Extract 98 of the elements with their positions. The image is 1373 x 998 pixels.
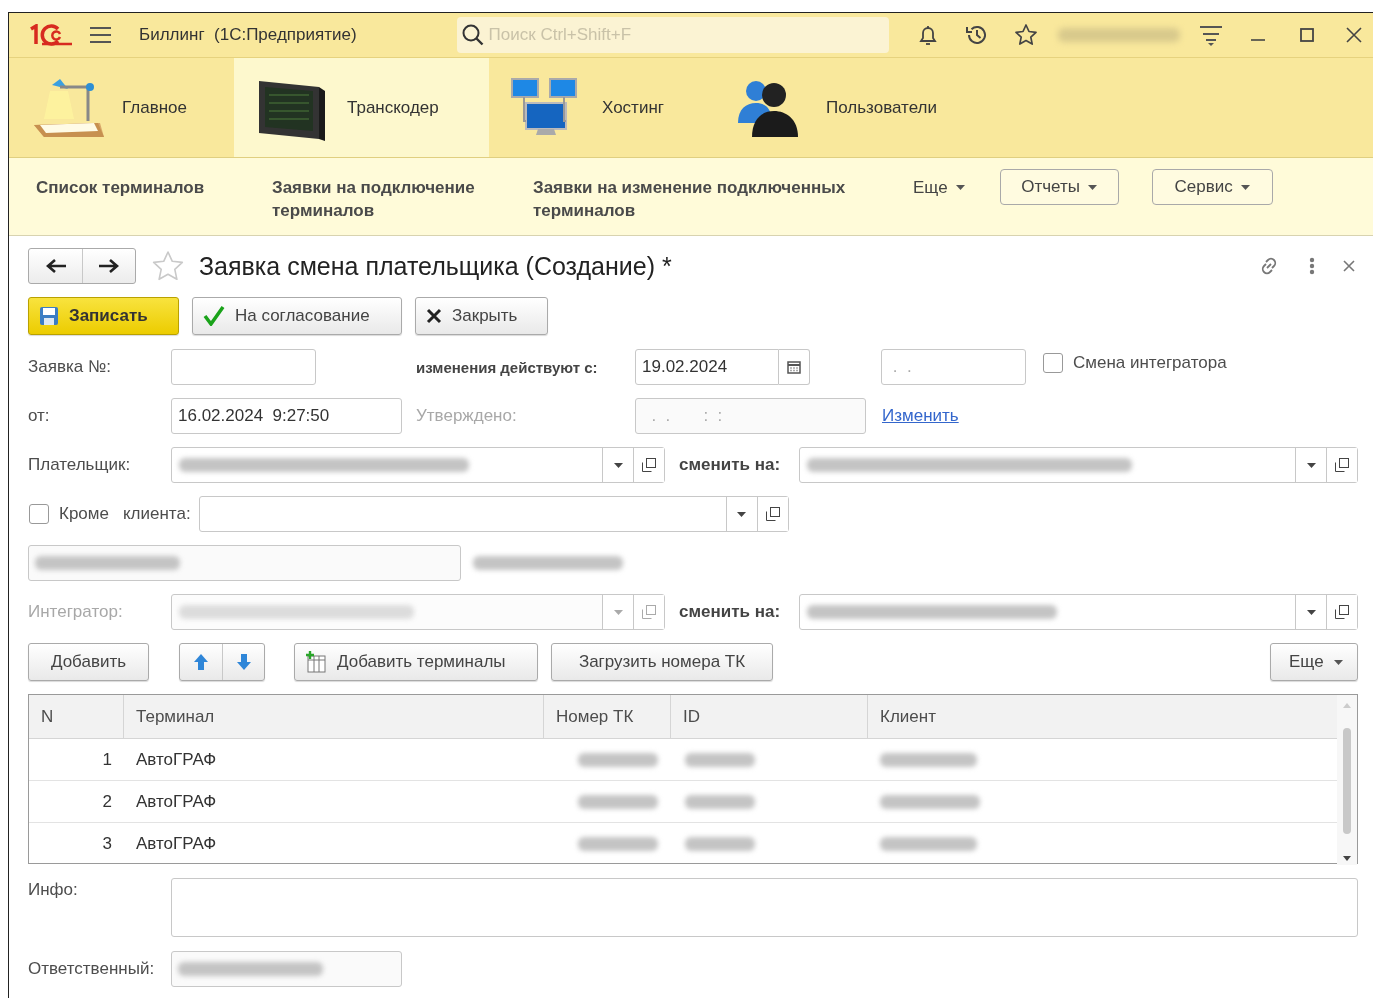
section-tab[interactable]: Транскодер	[234, 58, 489, 157]
field-label: Инфо:	[28, 879, 79, 900]
new-integrator-field[interactable]	[799, 594, 1358, 630]
responsible-field[interactable]	[171, 951, 402, 987]
column-header[interactable]: Терминал	[124, 695, 544, 739]
field-label: клиента:	[122, 504, 191, 524]
add-terminals-button[interactable]: Добавить терминалы	[294, 643, 538, 681]
checkbox[interactable]	[1043, 353, 1063, 373]
caret-icon	[1240, 184, 1250, 190]
toolbar-button[interactable]: Добавить	[28, 643, 149, 681]
scroll-up-icon	[1343, 703, 1351, 708]
section-tab[interactable]: Главное	[9, 58, 234, 157]
star-icon[interactable]	[1013, 23, 1038, 47]
caret-icon	[613, 462, 623, 468]
number-field[interactable]	[171, 349, 316, 385]
field-label: Плательщик:	[28, 455, 132, 475]
open-button[interactable]	[1326, 595, 1357, 629]
down-arrow-icon	[235, 653, 252, 671]
toolbar-button[interactable]: Загрузить номера ТК	[551, 643, 773, 681]
column-header[interactable]: Номер ТК	[544, 695, 671, 739]
nav-link[interactable]: Список терминалов	[36, 176, 257, 199]
redacted-text	[685, 752, 755, 767]
calendar-icon	[787, 360, 801, 374]
table-cell: АвтоГРАФ	[124, 739, 544, 781]
open-window-icon	[642, 605, 656, 619]
new-payer-field[interactable]	[799, 447, 1358, 483]
approve-button[interactable]: На согласование	[192, 297, 402, 335]
left-arrow-icon	[45, 259, 66, 273]
field-label: изменения действуют с:	[416, 358, 599, 376]
table-add-icon	[305, 651, 327, 673]
more-menu[interactable]: Еще	[913, 174, 965, 201]
open-button[interactable]	[1326, 448, 1357, 482]
date-time-field[interactable]: 16.02.2024 9:27:50	[171, 398, 402, 434]
redacted-text	[685, 837, 755, 851]
maximize-icon[interactable]	[1299, 28, 1314, 42]
table-cell: 1	[29, 739, 124, 781]
info-field[interactable]	[171, 878, 1358, 937]
field-label: Заявка №:	[28, 357, 112, 377]
payer-field[interactable]	[171, 447, 665, 483]
close-icon	[426, 308, 442, 324]
checkbox-label: Кроме	[59, 504, 109, 524]
checkbox-label: Смена интегратора	[1073, 353, 1227, 373]
scroll-down-icon	[1343, 856, 1351, 861]
open-window-icon	[765, 507, 780, 521]
open-window-icon	[642, 458, 656, 472]
menu-button[interactable]: Отчеты	[999, 169, 1119, 205]
caret-icon	[955, 185, 965, 190]
change-link[interactable]: Изменить	[882, 406, 959, 426]
table-cell: АвтоГРАФ	[124, 781, 544, 823]
check-icon	[203, 306, 225, 326]
close-button[interactable]: Закрыть	[415, 297, 548, 335]
save-button[interactable]: Записать	[28, 297, 179, 335]
date-field[interactable]: 19.02.2024	[635, 349, 779, 385]
open-button[interactable]	[756, 497, 788, 531]
app-title: Биллинг (1С:Предприятие)	[139, 25, 357, 45]
redacted-text	[685, 794, 755, 809]
open-button[interactable]	[633, 448, 664, 482]
field-label: Интегратор:	[28, 602, 124, 622]
caret-icon	[1087, 184, 1097, 190]
kebab-menu-icon[interactable]	[1309, 257, 1315, 275]
column-header[interactable]: N	[29, 695, 124, 739]
form-title: Заявка смена плательщика (Создание) *	[199, 251, 672, 281]
field-label: сменить на:	[679, 602, 782, 622]
star-icon[interactable]	[152, 251, 184, 281]
caret-icon	[1306, 462, 1316, 468]
field-label: Утверждено:	[416, 406, 518, 426]
caret-icon	[1333, 659, 1343, 665]
column-header[interactable]: ID	[671, 695, 868, 739]
column-header[interactable]: Клиент	[868, 695, 1337, 739]
caret-icon	[1306, 609, 1316, 615]
nav-link[interactable]: Заявки на изменение подключенных терминалов	[533, 176, 913, 222]
nav-link[interactable]: Заявки на подключение терминалов	[272, 176, 522, 222]
table-cell-text: АвтоГРАФ	[135, 833, 218, 855]
table-cell: 2	[29, 781, 124, 823]
caret-icon	[613, 609, 623, 615]
up-arrow-icon	[193, 653, 209, 671]
field-label: сменить на:	[679, 455, 782, 475]
open-window-icon	[1335, 458, 1349, 472]
search-icon	[460, 23, 485, 47]
close-icon[interactable]	[1343, 260, 1355, 272]
section-tab[interactable]: Пользователи	[713, 58, 974, 157]
right-arrow-icon	[99, 259, 119, 273]
menu-icon[interactable]	[90, 26, 111, 44]
client-field[interactable]	[198, 496, 789, 532]
field-label: от:	[28, 406, 51, 426]
section-tab[interactable]: Хостинг	[489, 58, 713, 157]
logo-icon[interactable]	[28, 24, 72, 46]
scrollbar[interactable]	[1337, 695, 1357, 865]
filter-icon[interactable]	[1199, 24, 1222, 46]
table-cell-text: 3	[101, 833, 113, 855]
menu-button[interactable]: Сервис	[1151, 169, 1273, 205]
field-label: Ответственный:	[28, 959, 156, 979]
open-window-icon	[1335, 605, 1349, 619]
calendar-button[interactable]	[779, 349, 810, 385]
checkbox[interactable]	[29, 504, 49, 524]
more-button[interactable]: Еще	[1270, 643, 1358, 681]
caret-icon	[737, 511, 747, 517]
close-icon[interactable]	[1345, 27, 1362, 43]
